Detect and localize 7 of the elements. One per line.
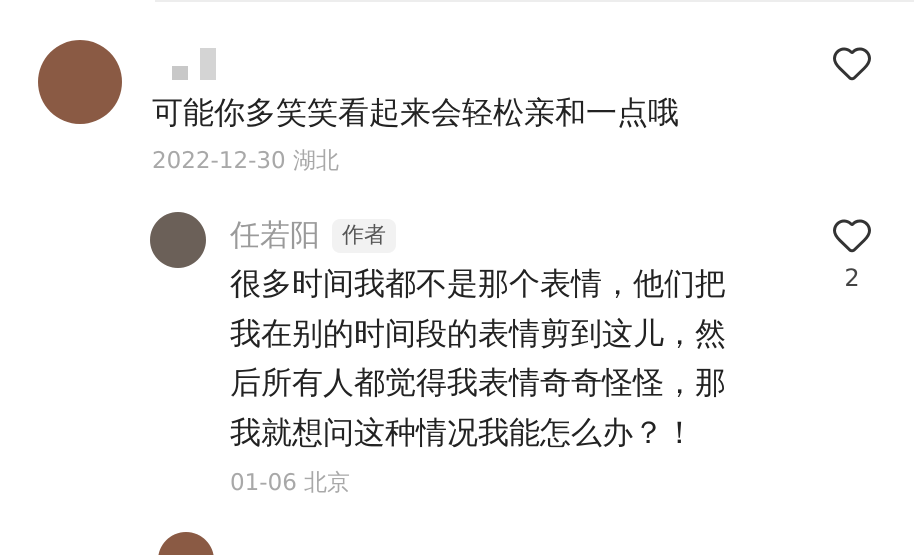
username[interactable]: 任若阳 xyxy=(230,221,320,251)
author-badge: 作者 xyxy=(332,219,396,253)
comment-date-location: 2022-12-30 湖北 xyxy=(152,147,340,176)
comment-text: 很多时间我都不是那个表情，他们把我在别的时间段的表情剪到这儿，然后所有人都觉得我表情奇奇怪怪，那我就想问这种情况我能怎么办？！ xyxy=(230,265,727,452)
like-count: 2 xyxy=(844,266,860,290)
comment-text: 可能你多笑笑看起来会轻松亲和一点哦 xyxy=(152,94,680,133)
comment-date-location: 01-06 北京 xyxy=(230,469,352,498)
